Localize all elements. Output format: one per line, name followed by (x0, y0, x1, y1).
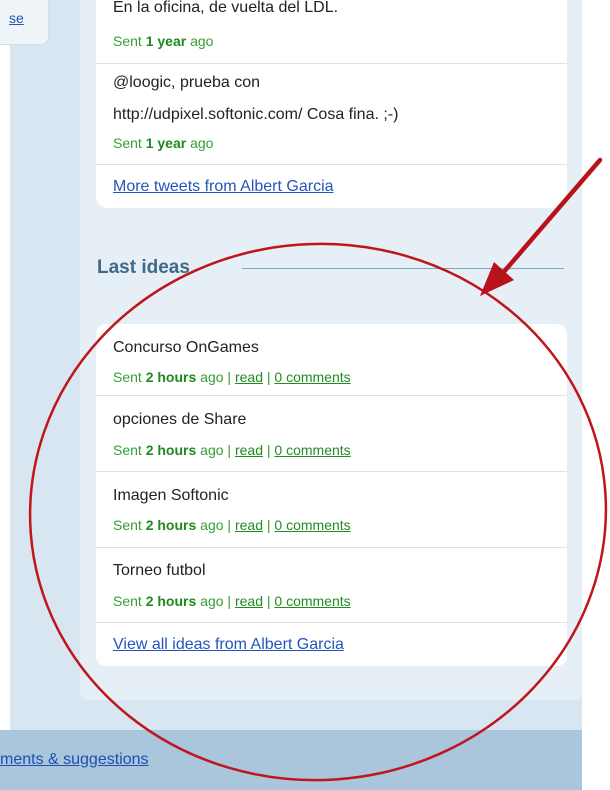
comments-link[interactable]: 0 comments (274, 593, 350, 609)
separator: | (227, 517, 232, 533)
ideas-card: Concurso OnGames Sent 2 hours ago | read… (96, 324, 567, 666)
sent-age: 2 hours (145, 442, 197, 458)
view-all-ideas-link[interactable]: View all ideas from Albert Garcia (113, 636, 344, 654)
separator: | (266, 593, 271, 609)
idea-title: Torneo futbol (113, 562, 206, 579)
sent-age: 2 hours (145, 517, 197, 533)
sent-suffix: ago (200, 593, 224, 609)
separator: | (266, 442, 271, 458)
left-sidebar-tab: se (0, 0, 49, 45)
sent-age: 1 year (145, 33, 187, 49)
footer-bar: ments & suggestions (0, 730, 582, 790)
tweet-item: En la oficina, de vuelta del LDL. Sent 1… (96, 0, 567, 64)
left-tab-link[interactable]: se (9, 10, 24, 26)
comments-link[interactable]: 0 comments (274, 517, 350, 533)
tweet-text: En la oficina, de vuelta del LDL. (113, 0, 339, 16)
comments-link[interactable]: 0 comments (274, 369, 350, 385)
idea-item: Imagen Softonic Sent 2 hours ago | read … (96, 472, 567, 548)
idea-meta: Sent 2 hours ago | read | 0 comments (113, 369, 351, 385)
sent-label: Sent (113, 442, 142, 458)
tweet-item: @loogic, prueba con http://udpixel.softo… (96, 64, 567, 165)
separator: | (266, 517, 271, 533)
tweet-text-line: http://udpixel.softonic.com/ Cosa fina. … (113, 106, 399, 123)
right-gutter (582, 0, 610, 790)
sent-suffix: ago (200, 369, 224, 385)
idea-title: Imagen Softonic (113, 487, 229, 504)
sent-label: Sent (113, 33, 142, 49)
sent-suffix: ago (200, 517, 224, 533)
idea-title: opciones de Share (113, 411, 247, 428)
sent-label: Sent (113, 369, 142, 385)
sent-suffix: ago (190, 33, 214, 49)
tweets-card: En la oficina, de vuelta del LDL. Sent 1… (96, 0, 567, 208)
comments-link[interactable]: 0 comments (274, 442, 350, 458)
idea-meta: Sent 2 hours ago | read | 0 comments (113, 442, 351, 458)
idea-item: Concurso OnGames Sent 2 hours ago | read… (96, 324, 567, 396)
idea-meta: Sent 2 hours ago | read | 0 comments (113, 593, 351, 609)
tweet-text-line: @loogic, prueba con (113, 74, 260, 91)
tweet-sent-meta: Sent 1 year ago (113, 33, 213, 49)
section-divider (242, 268, 564, 269)
read-link[interactable]: read (235, 517, 263, 533)
sent-age: 1 year (145, 135, 187, 151)
read-link[interactable]: read (235, 369, 263, 385)
idea-item: opciones de Share Sent 2 hours ago | rea… (96, 396, 567, 472)
left-edge (0, 0, 10, 730)
separator: | (227, 593, 232, 609)
sent-label: Sent (113, 135, 142, 151)
sent-label: Sent (113, 593, 142, 609)
sent-age: 2 hours (145, 369, 197, 385)
read-link[interactable]: read (235, 593, 263, 609)
sent-label: Sent (113, 517, 142, 533)
sent-suffix: ago (190, 135, 214, 151)
separator: | (227, 369, 232, 385)
read-link[interactable]: read (235, 442, 263, 458)
sent-age: 2 hours (145, 593, 197, 609)
comments-suggestions-link[interactable]: ments & suggestions (0, 751, 149, 769)
sent-suffix: ago (200, 442, 224, 458)
tweet-sent-meta: Sent 1 year ago (113, 135, 213, 151)
separator: | (266, 369, 271, 385)
idea-item: Torneo futbol Sent 2 hours ago | read | … (96, 548, 567, 623)
more-tweets-link[interactable]: More tweets from Albert Garcia (113, 178, 334, 196)
idea-title: Concurso OnGames (113, 339, 259, 356)
idea-meta: Sent 2 hours ago | read | 0 comments (113, 517, 351, 533)
section-title: Last ideas (97, 257, 190, 278)
separator: | (227, 442, 232, 458)
